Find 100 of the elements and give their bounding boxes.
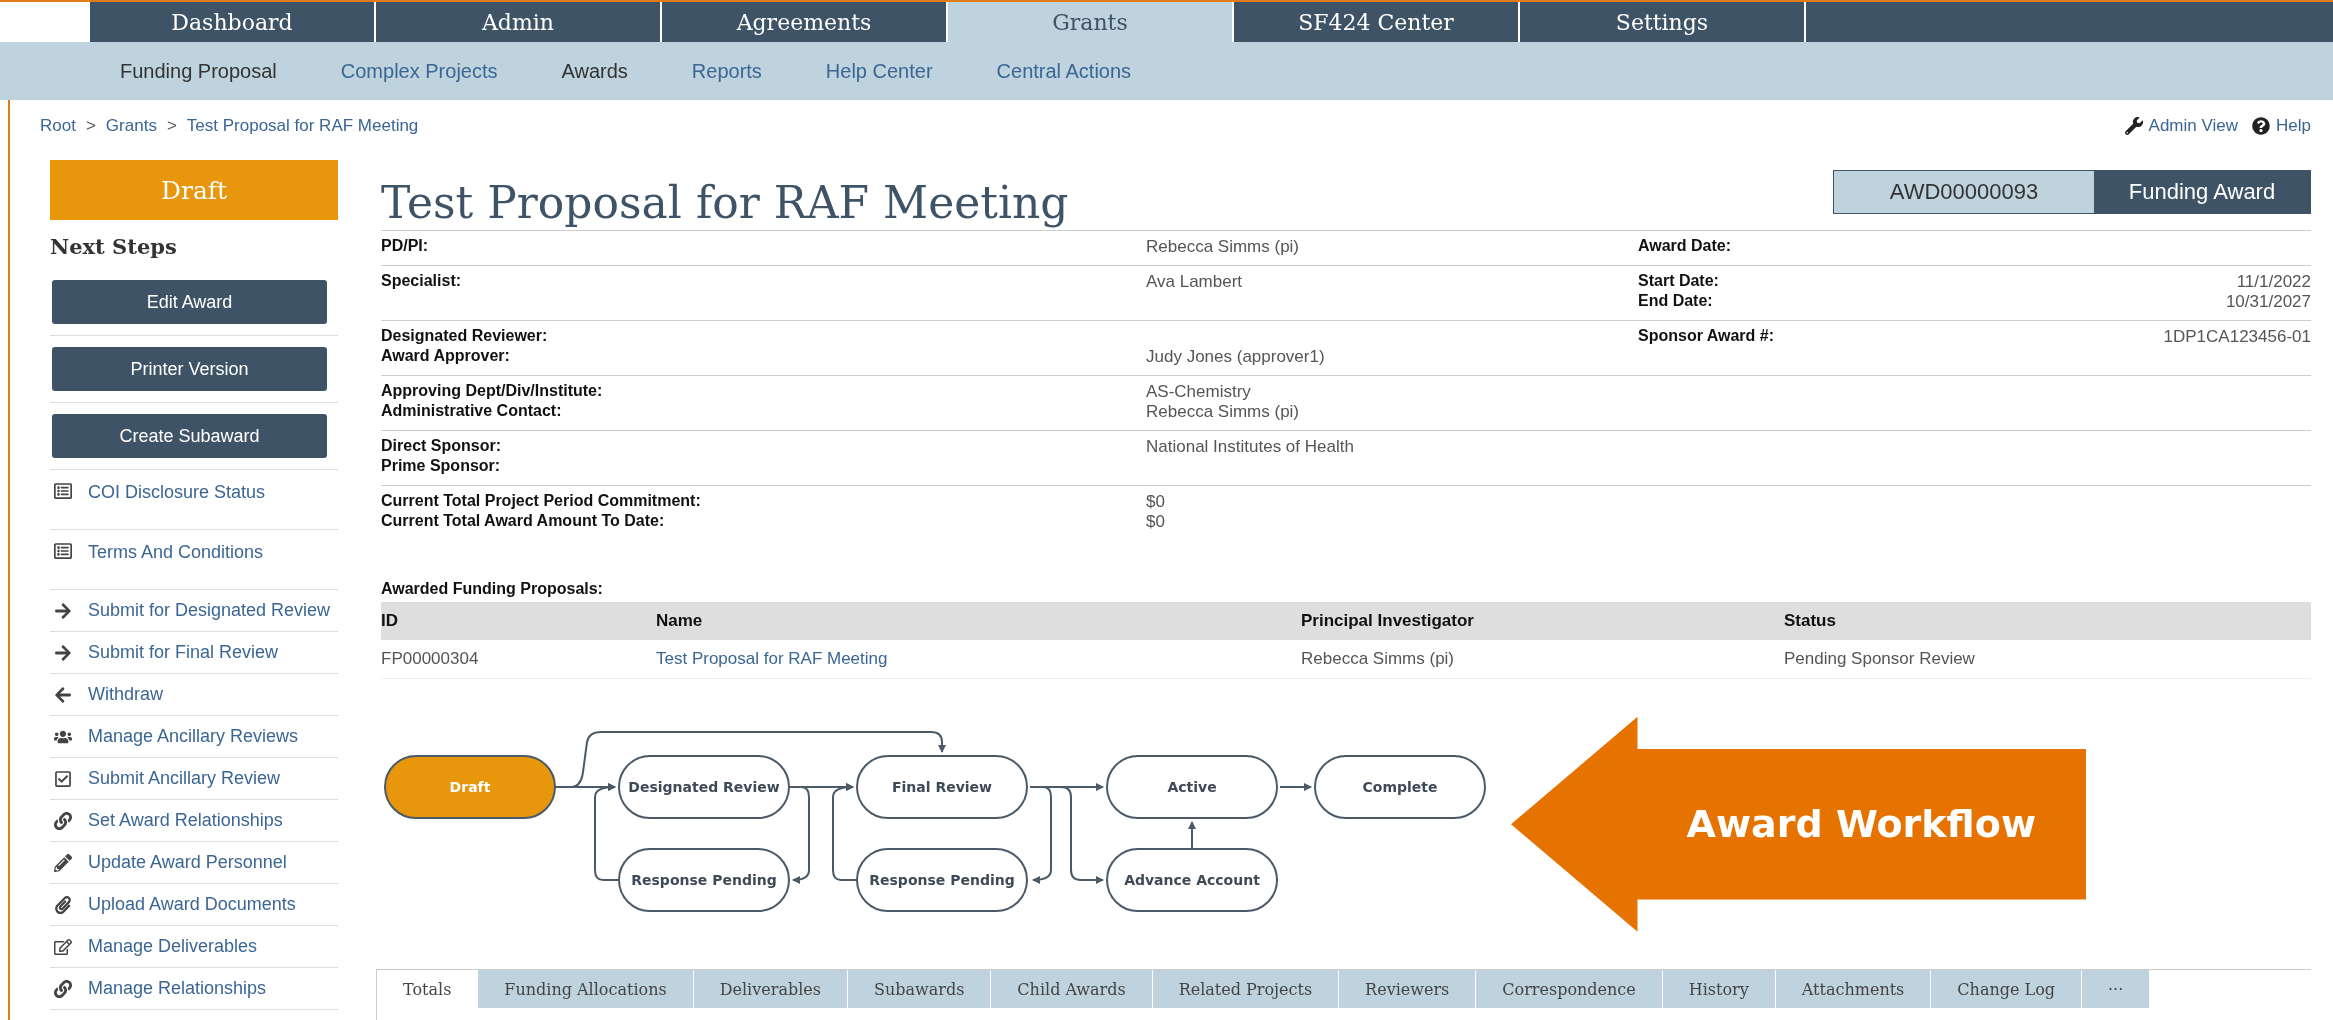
field-value: 10/31/2027 (2225, 292, 2311, 312)
tab[interactable]: Reviewers (1339, 970, 1477, 1009)
column-header: ID (381, 602, 656, 641)
field-value: National Institutes of Health (1146, 436, 1354, 457)
field-label: Award Date: (1638, 237, 1732, 255)
tab[interactable]: Correspondence (1476, 970, 1663, 1009)
breadcrumb-link[interactable]: Grants (105, 116, 157, 136)
column-header: Status (1784, 602, 2311, 641)
table-cell: Rebecca Simms (pi) (1301, 640, 1784, 680)
field-label: Administrative Contact: (381, 402, 562, 420)
field-value: Judy Jones (approver1) (1146, 346, 1325, 367)
subnav-link[interactable]: Central Actions (996, 59, 1132, 83)
state-banner: Draft (50, 160, 338, 220)
tab[interactable]: Deliverables (693, 970, 848, 1009)
paperclip-icon (52, 895, 74, 914)
help-link[interactable]: Help (2252, 116, 2311, 136)
table-cell: Pending Sponsor Review (1784, 640, 2311, 680)
tab[interactable]: Change Log (1931, 970, 2082, 1009)
breadcrumb-separator: > (85, 116, 96, 136)
sidebar-link[interactable]: Manage Deliverables (50, 926, 338, 968)
workflow-node: Final Review (856, 754, 1028, 819)
admin-view-link[interactable]: Admin View (2124, 116, 2239, 136)
sidebar-link[interactable]: Set Award Relationships (50, 800, 338, 842)
field-value: 11/1/2022 (2236, 272, 2311, 292)
field-label: Sponsor Award #: (1638, 327, 1775, 345)
breadcrumb-separator: > (166, 116, 177, 136)
field-label: Specialist: (381, 272, 462, 290)
edit-icon (52, 937, 74, 956)
workflow-node: Active (1106, 754, 1278, 819)
nav-tab[interactable]: Grants (948, 2, 1234, 42)
sidebar-link[interactable]: Submit Ancillary Review (50, 758, 338, 800)
arrow-left-icon (52, 685, 74, 704)
field-value: $0 (1146, 511, 1165, 532)
pencil-icon (52, 853, 74, 872)
workflow-node: Designated Review (618, 754, 790, 819)
column-header: Principal Investigator (1301, 602, 1784, 641)
sidebar-link[interactable]: Manage Relationships (50, 968, 338, 1010)
page-title: Test Proposal for RAF Meeting (381, 177, 1069, 231)
workflow-node: Response Pending (618, 847, 790, 912)
field-value: $0 (1146, 491, 1165, 512)
subnav-link[interactable]: Funding Proposal (120, 59, 277, 83)
breadcrumb-link[interactable]: Test Proposal for RAF Meeting (186, 116, 419, 136)
award-type: Funding Award (2094, 171, 2310, 213)
proposal-link[interactable]: Test Proposal for RAF Meeting (656, 649, 888, 670)
tab[interactable]: Funding Allocations (478, 970, 694, 1009)
field-label: End Date: (1638, 292, 1713, 310)
workflow-node: Complete (1314, 754, 1486, 819)
award-id: AWD00000093 (1834, 171, 2094, 213)
subnav-link[interactable]: Reports (691, 59, 762, 83)
field-value: Rebecca Simms (pi) (1146, 236, 1300, 257)
sidebar-link[interactable]: Update Award Personnel (50, 842, 338, 884)
field-label: Designated Reviewer: (381, 327, 548, 345)
link-icon (52, 979, 74, 998)
table-cell: FP00000304 (381, 640, 656, 680)
field-label: Award Approver: (381, 347, 510, 365)
checkbox-icon (52, 769, 74, 788)
field-label: Current Total Project Period Commitment: (381, 492, 701, 510)
tab[interactable]: Child Awards (991, 970, 1153, 1009)
subnav-link[interactable]: Complex Projects (340, 59, 498, 83)
action-button[interactable]: Printer Version (52, 347, 327, 391)
sidebar-link[interactable]: Submit for Designated Review (50, 590, 338, 632)
action-button[interactable]: Create Subaward (52, 414, 327, 458)
help-icon (2252, 117, 2271, 135)
sidebar-link[interactable]: COI Disclosure Status (50, 470, 338, 530)
tab[interactable]: History (1662, 970, 1776, 1009)
field-value: Ava Lambert (1146, 271, 1243, 292)
column-header: Name (656, 602, 1301, 641)
field-label: PD/PI: (381, 237, 429, 255)
workflow-node: Response Pending (856, 847, 1028, 912)
section-heading: Awarded Funding Proposals: (381, 580, 604, 599)
workflow-node: Draft (384, 754, 556, 819)
workflow-node: Advance Account (1106, 847, 1278, 912)
field-label: Direct Sponsor: (381, 437, 501, 455)
sidebar-link[interactable]: Submit for Final Review (50, 632, 338, 674)
subnav-link[interactable]: Help Center (825, 59, 933, 83)
wrench-icon (2124, 117, 2143, 135)
arrow-right-icon (52, 601, 74, 620)
sidebar-link[interactable]: Terms And Conditions (50, 530, 338, 590)
section-heading: Next Steps (50, 234, 178, 259)
list-icon (52, 482, 74, 500)
tab[interactable]: Subawards (847, 970, 992, 1009)
field-label: Current Total Award Amount To Date: (381, 512, 665, 530)
field-label: Approving Dept/Div/Institute: (381, 382, 603, 400)
list-icon (52, 542, 74, 560)
sidebar-link[interactable]: Manage Ancillary Reviews (50, 716, 338, 758)
sidebar-link[interactable]: Withdraw (50, 674, 338, 716)
subnav-link[interactable]: Awards (561, 59, 628, 83)
field-value: 1DP1CA123456-01 (2163, 327, 2311, 347)
tab[interactable]: Attachments (1775, 970, 1932, 1009)
link-icon (52, 811, 74, 830)
field-value: Rebecca Simms (pi) (1146, 401, 1300, 422)
arrow-right-icon (52, 643, 74, 662)
field-label: Prime Sponsor: (381, 457, 501, 475)
field-value: AS-Chemistry (1146, 381, 1251, 402)
field-label: Start Date: (1638, 272, 1719, 290)
breadcrumb-link[interactable]: Root (40, 116, 76, 136)
action-button[interactable]: Edit Award (52, 280, 327, 324)
tab[interactable]: ··· (2082, 970, 2151, 1009)
tab[interactable]: Related Projects (1152, 970, 1340, 1009)
sidebar-link[interactable]: Upload Award Documents (50, 884, 338, 926)
